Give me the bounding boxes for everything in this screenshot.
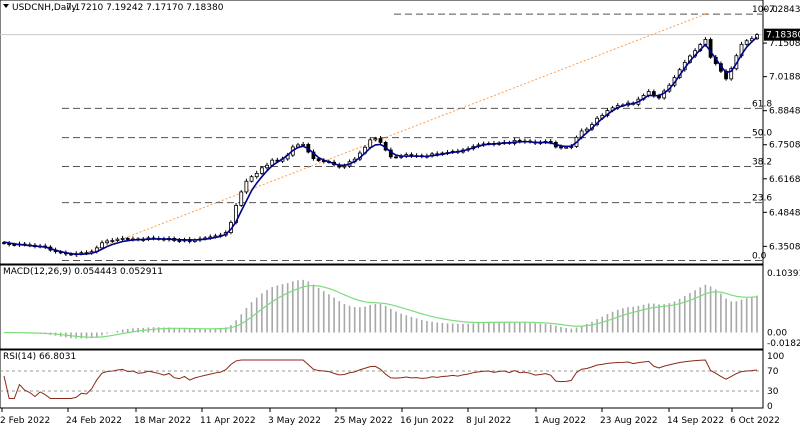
rsi-axis-label: 0 <box>767 402 773 412</box>
price-axis-label: 6.61680 <box>769 175 800 185</box>
candle-body <box>265 164 269 169</box>
candle-body <box>744 40 749 45</box>
date-axis-label: 3 May 2022 <box>268 416 321 426</box>
date-axis-label: 1 Aug 2022 <box>534 416 586 426</box>
fib-level-label: 0.0 <box>752 252 767 262</box>
macd-label: MACD(12,26,9) 0.054443 0.052911 <box>3 267 163 277</box>
candle-body <box>564 146 569 149</box>
candle-body <box>378 138 383 143</box>
date-axis-label: 23 Aug 2022 <box>600 416 658 426</box>
price-axis-label: 7.28430 <box>769 5 800 15</box>
moving-average-line <box>3 36 758 255</box>
candle-body <box>254 172 259 178</box>
fib-level-label: 38.2 <box>752 158 772 168</box>
rsi-pane-frame <box>0 349 764 409</box>
dropdown-triangle-icon[interactable] <box>3 4 9 8</box>
candle-body <box>301 144 306 146</box>
fib-level-label: 23.6 <box>752 194 772 204</box>
current-price-label: 7.18380 <box>766 31 800 41</box>
price-pane-frame <box>0 0 764 265</box>
date-axis-label: 11 Apr 2022 <box>200 416 256 426</box>
date-axis-label: 14 Sep 2022 <box>667 416 724 426</box>
rsi-pane: 100 70 30 0 <box>0 352 784 412</box>
candle-body <box>105 240 110 244</box>
candle-body <box>100 242 104 249</box>
candle-body <box>708 39 713 58</box>
candle-body <box>249 176 254 182</box>
candle-body <box>239 191 244 206</box>
chart-root: 100.061.850.038.223.60.0 7.284307.150807… <box>0 0 800 426</box>
price-axis-label: 6.35080 <box>769 242 800 252</box>
candle-body <box>259 167 264 174</box>
date-axis-label: 24 Feb 2022 <box>66 416 122 426</box>
date-axis-label: 8 Jul 2022 <box>466 416 511 426</box>
candle-body <box>110 240 115 242</box>
candle-body <box>373 138 378 141</box>
price-axis-label: 6.88480 <box>769 107 800 117</box>
rsi-line <box>3 359 758 399</box>
macd-axis-label: -0.018273 <box>767 339 800 349</box>
date-axis-label: 2 Feb 2022 <box>0 416 50 426</box>
rsi-label: RSI(14) 66.8031 <box>3 352 76 362</box>
date-axis-label: 16 Jun 2022 <box>400 416 454 426</box>
price-axis-label: 6.75080 <box>769 141 800 151</box>
candle-body <box>244 180 249 193</box>
price-axis-label: 6.48480 <box>769 208 800 218</box>
price-axis-label: 7.01880 <box>769 73 800 83</box>
candle-body <box>368 139 373 148</box>
rsi-axis-label: 70 <box>767 367 779 377</box>
trend-line <box>76 13 706 258</box>
date-axis-label: 18 Mar 2022 <box>134 416 191 426</box>
moving-average-layer <box>3 36 758 255</box>
date-axis: 2 Feb 2022 24 Feb 2022 18 Mar 2022 11 Apr 2… <box>0 408 780 426</box>
macd-axis-label: 0.103913 <box>767 269 800 279</box>
ohlc-readout: 7.17210 7.19242 7.17170 7.18380 <box>66 3 224 13</box>
candle-body <box>342 165 347 168</box>
rsi-axis-label: 30 <box>767 387 779 397</box>
date-axis-label: 6 Oct 2022 <box>730 416 780 426</box>
candle-body <box>177 240 182 242</box>
macd-pane: 0.103913 0.00-0.018273 <box>3 269 800 349</box>
rsi-axis-label: 100 <box>767 352 784 362</box>
date-axis-label: 25 May 2022 <box>334 416 393 426</box>
candle-body <box>125 238 130 240</box>
candle-body <box>120 238 125 240</box>
candle-body <box>115 238 120 241</box>
candle-body <box>394 156 398 159</box>
candle-body <box>584 128 589 132</box>
fib-level-label: 50.0 <box>752 129 772 139</box>
trend-line-layer <box>76 13 706 258</box>
macd-axis-label: 0.00 <box>767 329 787 339</box>
candle-body <box>559 146 563 149</box>
fibonacci-levels: 100.061.850.038.223.60.0 <box>0 5 778 262</box>
